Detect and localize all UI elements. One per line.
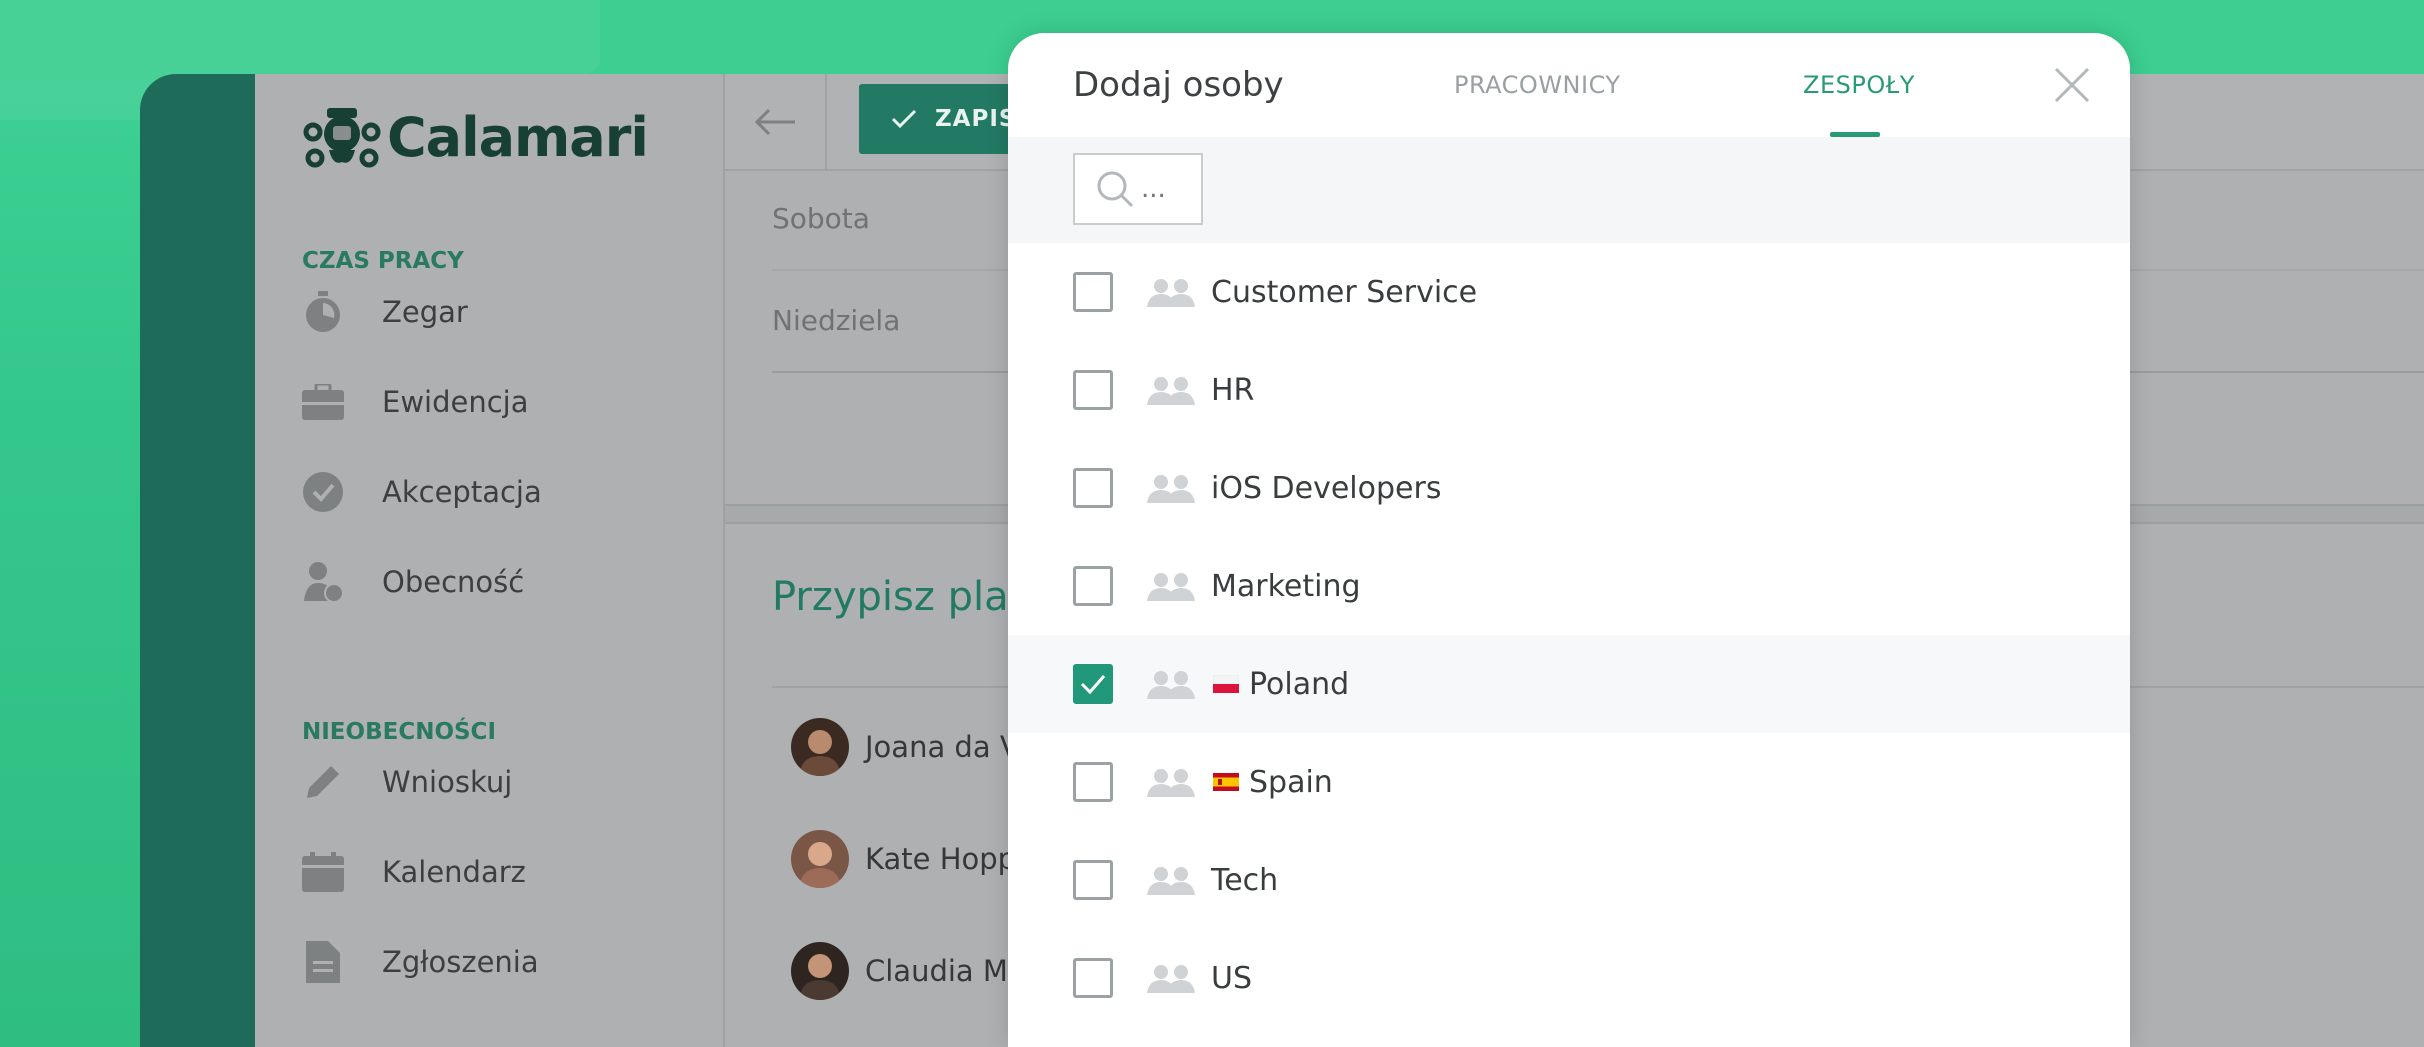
person-name: Joana da Vi [865,730,1028,764]
team-checkbox[interactable] [1073,272,1113,312]
team-row-spain[interactable]: Spain [1008,733,2130,831]
team-name: US [1211,960,1253,996]
team-icon [1147,279,1195,307]
octopus-logo-icon [303,108,381,168]
briefcase-icon [302,381,344,423]
close-button[interactable] [2050,63,2094,107]
modal-header: Dodaj osoby PRACOWNICY ZESPOŁY [1008,33,2130,137]
team-icon [1147,671,1195,699]
sidebar-item-label: Akceptacja [382,475,542,509]
assign-plan-title: Przypisz plan [772,574,1034,620]
team-name: Poland [1249,666,1350,702]
team-row-tech[interactable]: Tech [1008,831,2130,929]
team-icon [1147,377,1195,405]
calendar-icon [302,851,344,893]
sidebar-item-label: Obecność [382,565,525,599]
person-row[interactable]: Kate Hoppe [791,830,1034,888]
person-row[interactable]: Claudia Mo [791,942,1026,1000]
team-name: Marketing [1211,568,1361,604]
search-icon [1097,171,1134,208]
checkmark-icon [891,109,917,129]
team-name: Spain [1249,764,1333,800]
sidebar-item-attendance[interactable]: Obecność [302,552,702,612]
team-row-customer-service[interactable]: Customer Service [1008,243,2130,341]
team-icon [1147,573,1195,601]
check-circle-icon [302,471,344,513]
team-checkbox[interactable] [1073,370,1113,410]
team-icon [1147,769,1195,797]
sidebar-item-label: Zegar [382,295,468,329]
team-row-hr[interactable]: HR [1008,341,2130,439]
team-name: Tech [1211,862,1279,898]
team-row-us[interactable]: US [1008,929,2130,1027]
search-bar [1008,137,2130,243]
team-checkbox[interactable] [1073,762,1113,802]
sidebar-item-label: Zgłoszenia [382,945,539,979]
sidebar-item-clock[interactable]: Zegar [302,282,702,342]
team-row-ios-developers[interactable]: iOS Developers [1008,439,2130,537]
team-icon [1147,867,1195,895]
document-icon [302,941,344,983]
arrow-left-icon [754,108,795,135]
sidebar-item-records[interactable]: Ewidencja [302,372,702,432]
team-name: Customer Service [1211,274,1478,310]
logo-text: Calamari [387,105,649,169]
sidebar-item-label: Ewidencja [382,385,529,419]
pencil-icon [302,761,344,803]
day-label-sunday: Niedziela [772,304,901,337]
left-rail [140,74,255,1047]
team-name: HR [1211,372,1255,408]
avatar [791,718,849,776]
back-button[interactable] [725,74,827,169]
search-box[interactable] [1073,153,1203,225]
section-label-absences: NIEOBECNOŚCI [302,719,496,745]
sidebar-item-request[interactable]: Wnioskuj [302,752,702,812]
sidebar: Calamari CZAS PRACY Zegar Ewidencja Akce… [255,74,725,1047]
team-checkbox[interactable] [1073,566,1113,606]
avatar [791,830,849,888]
sidebar-item-calendar[interactable]: Kalendarz [302,842,702,902]
team-checkbox[interactable] [1073,468,1113,508]
stopwatch-icon [302,291,344,333]
avatar [791,942,849,1000]
person-row[interactable]: Joana da Vi [791,718,1027,776]
sidebar-item-label: Wnioskuj [382,765,513,799]
checkmark-icon [1080,675,1106,695]
team-row-marketing[interactable]: Marketing [1008,537,2130,635]
sidebar-item-approval[interactable]: Akceptacja [302,462,702,522]
spain-flag-icon [1213,773,1239,791]
day-label-saturday: Sobota [772,202,870,235]
add-people-modal: Dodaj osoby PRACOWNICY ZESPOŁY Customer … [1008,33,2130,1047]
search-input[interactable] [1139,173,1193,205]
team-icon [1147,475,1195,503]
person-name: Claudia Mo [865,954,1026,988]
team-name: iOS Developers [1211,470,1442,506]
person-clock-icon [302,561,344,603]
team-checkbox[interactable] [1073,958,1113,998]
tab-employees[interactable]: PRACOWNICY [1454,71,1621,99]
sidebar-item-label: Kalendarz [382,855,526,889]
poland-flag-icon [1213,675,1239,693]
section-label-work-time: CZAS PRACY [302,248,464,274]
close-icon [2054,67,2090,103]
team-row-poland[interactable]: Poland [1008,635,2130,733]
team-checkbox[interactable] [1073,664,1113,704]
team-checkbox[interactable] [1073,860,1113,900]
modal-title: Dodaj osoby [1073,65,1284,105]
sidebar-item-submissions[interactable]: Zgłoszenia [302,932,702,992]
logo[interactable]: Calamari [303,102,649,172]
team-icon [1147,965,1195,993]
tab-teams[interactable]: ZESPOŁY [1803,71,1915,99]
